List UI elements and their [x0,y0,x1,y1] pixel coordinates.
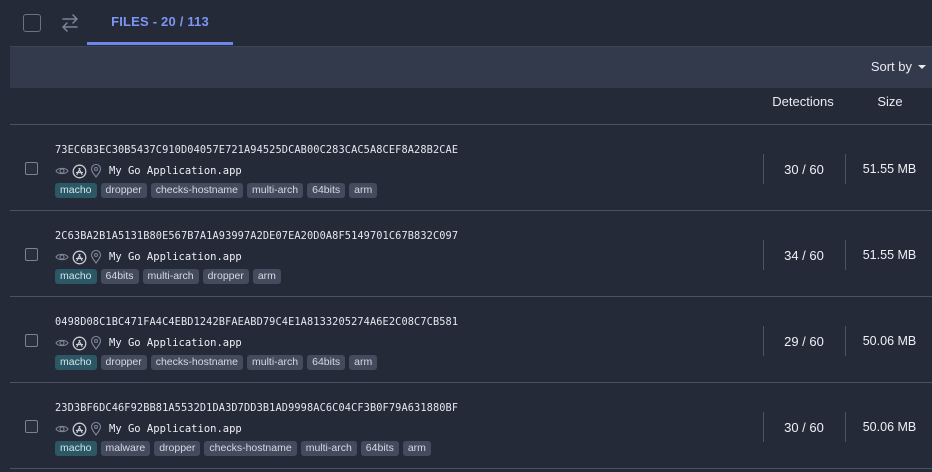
table-row[interactable]: 0498D08C1BC471FA4C4EBD1242BFAEABD79C4E1A… [10,298,932,382]
column-header: Detections Size [10,88,932,118]
column-detections[interactable]: Detections [748,94,858,109]
tag-64bits[interactable]: 64bits [100,269,139,284]
detections-value: 30 / 60 [784,420,824,435]
row-divider [10,468,932,469]
cell-divider [763,412,764,442]
tag-list: macho 64bits multi-arch dropper arm [55,269,281,284]
app-store-icon [72,422,87,436]
file-hash[interactable]: 23D3BF6DC46F92BB81A5532D1DA3D7DD3B1AD999… [55,402,458,414]
location-pin-icon [90,336,102,350]
swap-arrows-icon[interactable] [60,12,80,34]
tag-list: macho malware dropper checks-hostname multi-… [55,441,431,456]
file-name: My Go Application.app [109,251,242,263]
file-hash[interactable]: 73EC6B3EC30B5437C910D04057E721A94525DCAB… [55,144,458,156]
cell-divider [845,154,846,184]
row-divider [10,382,932,383]
file-hash[interactable]: 0498D08C1BC471FA4C4EBD1242BFAEABD79C4E1A… [55,316,458,328]
sort-by-label: Sort by [870,59,912,74]
file-hash[interactable]: 2C63BA2B1A5131B80E567B7A1A93997A2DE07EA2… [55,230,458,242]
size-value: 51.55 MB [862,248,917,262]
app-store-icon [72,336,87,350]
table-row[interactable]: 73EC6B3EC30B5437C910D04057E721A94525DCAB… [10,126,932,210]
cell-divider [845,240,846,270]
file-list-panel: FILES - 20 / 113 Sort by Detections Size… [0,0,932,472]
file-meta: My Go Application.app [55,163,242,179]
row-divider [10,124,932,125]
row-checkbox[interactable] [25,162,38,175]
table-row[interactable]: 23D3BF6DC46F92BB81A5532D1DA3D7DD3B1AD999… [10,384,932,468]
tag-64bits[interactable]: 64bits [307,183,346,198]
tab-files[interactable]: FILES - 20 / 113 [87,0,233,45]
cell-divider [845,326,846,356]
tag-checks-hostname[interactable]: checks-hostname [204,441,297,456]
tag-macho[interactable]: macho [55,183,97,198]
sort-by-dropdown[interactable]: Sort by [871,59,926,74]
location-pin-icon [90,164,102,178]
tag-dropper[interactable]: dropper [100,355,147,370]
tag-checks-hostname[interactable]: checks-hostname [150,355,244,370]
detections-value: 34 / 60 [784,248,824,263]
top-tab-bar: FILES - 20 / 113 [0,0,932,46]
tag-list: macho dropper checks-hostname multi-arch 64b… [55,355,378,370]
tag-checks-hostname[interactable]: checks-hostname [150,183,244,198]
tag-arm[interactable]: arm [349,183,378,198]
tag-64bits[interactable]: 64bits [360,441,399,456]
eye-icon [55,253,69,261]
table-row[interactable]: 2C63BA2B1A5131B80E567B7A1A93997A2DE07EA2… [10,212,932,296]
tag-dropper[interactable]: dropper [100,183,147,198]
tag-arm[interactable]: arm [402,441,431,456]
file-name: My Go Application.app [109,423,242,435]
tag-multi-arch[interactable]: multi-arch [247,355,304,370]
tag-macho[interactable]: macho [55,269,97,284]
size-value: 50.06 MB [862,334,917,348]
file-name: My Go Application.app [109,165,242,177]
size-value: 50.06 MB [862,420,917,434]
caret-down-icon [918,64,926,69]
tag-malware[interactable]: malware [100,441,151,456]
size-value: 51.55 MB [862,162,917,176]
row-checkbox[interactable] [25,248,38,261]
file-meta: My Go Application.app [55,249,242,265]
file-meta: My Go Application.app [55,421,242,437]
column-size[interactable]: Size [860,94,920,109]
cell-divider [763,240,764,270]
tag-list: macho dropper checks-hostname multi-arch 64b… [55,183,378,198]
tag-dropper[interactable]: dropper [154,441,201,456]
eye-icon [55,425,69,433]
row-checkbox[interactable] [25,420,38,433]
row-divider [10,210,932,211]
select-all-checkbox[interactable] [23,14,41,32]
tag-macho[interactable]: macho [55,355,97,370]
tag-multi-arch[interactable]: multi-arch [142,269,199,284]
detections-value: 29 / 60 [784,334,824,349]
sort-bar: Sort by [10,46,932,88]
tag-64bits[interactable]: 64bits [307,355,346,370]
app-store-icon [72,250,87,264]
location-pin-icon [90,422,102,436]
detections-value: 30 / 60 [784,162,824,177]
row-checkbox[interactable] [25,334,38,347]
tag-arm[interactable]: arm [349,355,378,370]
app-store-icon [72,164,87,178]
tag-multi-arch[interactable]: multi-arch [247,183,304,198]
location-pin-icon [90,250,102,264]
tag-dropper[interactable]: dropper [202,269,249,284]
eye-icon [55,339,69,347]
cell-divider [763,154,764,184]
file-name: My Go Application.app [109,337,242,349]
cell-divider [763,326,764,356]
row-divider [10,296,932,297]
cell-divider [845,412,846,442]
file-meta: My Go Application.app [55,335,242,351]
tag-multi-arch[interactable]: multi-arch [300,441,357,456]
tag-macho[interactable]: macho [55,441,97,456]
eye-icon [55,167,69,175]
tag-arm[interactable]: arm [252,269,281,284]
